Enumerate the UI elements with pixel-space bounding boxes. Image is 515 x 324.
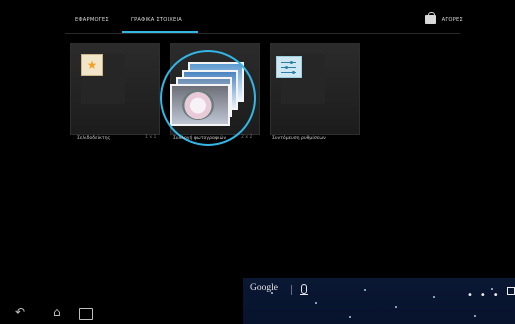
settings-shortcut-widget-preview[interactable]	[270, 43, 360, 135]
system-nav-bar: ↶ ⌂	[0, 305, 515, 324]
tab-divider	[65, 33, 460, 34]
star-icon: ★	[81, 54, 103, 76]
mic-icon[interactable]	[301, 284, 307, 294]
bookmark-widget-preview[interactable]: ★	[70, 43, 160, 135]
apps-drawer-icon[interactable]	[507, 287, 515, 295]
tab-apps[interactable]: ΕΦΑΡΜΟΓΕΣ	[75, 17, 109, 23]
back-icon[interactable]: ↶	[15, 305, 25, 319]
store-button[interactable]: ΑΓΟΡΕΣ	[424, 12, 463, 24]
google-search-bar[interactable]: Google	[250, 283, 278, 293]
home-icon[interactable]: ⌂	[53, 305, 61, 319]
store-label: ΑΓΟΡΕΣ	[441, 16, 463, 23]
mic-stand	[300, 294, 308, 295]
widgets-top-bar: ΕΦΑΡΜΟΓΕΣ ΓΡΑΦΙΚΑ ΣΤΟΙΧΕΙΑ ΑΓΟΡΕΣ	[0, 0, 515, 34]
selection-ring	[160, 50, 256, 146]
widget-label-bookmark: Σελιδοδείκτης	[77, 136, 111, 141]
widget-size-bookmark: 1 x 1	[145, 135, 157, 140]
settings-sliders-icon	[276, 56, 302, 78]
recent-apps-icon[interactable]	[79, 308, 93, 320]
widget-size-photo-gallery: 2 x 2	[241, 135, 253, 140]
widget-label-photo-gallery: Συλλογή φωτογραφιών	[173, 136, 227, 141]
widget-label-settings-shortcut: Συντόμευση ρυθμίσεων	[272, 136, 326, 141]
home-dots: •••	[467, 290, 506, 301]
tab-widgets[interactable]: ΓΡΑΦΙΚΑ ΣΤΟΙΧΕΙΑ	[131, 17, 182, 23]
search-divider	[291, 285, 292, 295]
store-icon	[424, 12, 436, 24]
